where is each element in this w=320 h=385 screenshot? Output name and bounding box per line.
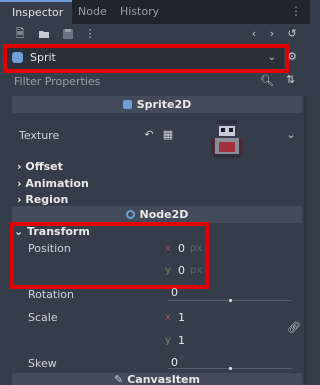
back-icon[interactable]: ‹ — [248, 28, 260, 40]
scale-x-value[interactable]: 1 — [178, 311, 185, 324]
sprite2d-icon — [122, 100, 132, 109]
rotation-slider-knob[interactable] — [229, 299, 232, 302]
link-icon[interactable]: 🔗︎ — [287, 322, 301, 334]
tab-inspector[interactable]: Inspector — [0, 0, 72, 24]
section-canvas-item[interactable]: ✎ CanvasItem — [12, 373, 302, 385]
section-node2d-label: Node2D — [139, 208, 189, 221]
section-canvas-item-label: CanvasItem — [127, 373, 200, 385]
tab-node[interactable]: Node — [78, 0, 114, 24]
edit-icon: ✎ — [114, 373, 124, 385]
node2d-icon — [125, 210, 135, 219]
history-icon[interactable]: ↺ — [286, 28, 298, 40]
skew-slider-knob[interactable] — [229, 367, 232, 370]
section-node2d[interactable]: Node2D — [12, 206, 302, 223]
open-folder-icon[interactable] — [38, 28, 50, 40]
chevron-down-icon[interactable]: ⌄ — [285, 129, 297, 141]
sort-icon[interactable]: ⇅ — [286, 73, 295, 86]
group-offset[interactable]: › Offset — [17, 160, 63, 173]
filter-properties: 🔍︎ — [10, 71, 280, 91]
search-icon[interactable]: 🔍︎ — [260, 74, 274, 87]
group-animation-label: Animation — [25, 177, 89, 190]
scale-y-value[interactable]: 1 — [178, 334, 185, 347]
inspector-scrollbar[interactable] — [304, 96, 307, 384]
group-region[interactable]: › Region — [17, 193, 68, 206]
save-icon[interactable] — [62, 28, 74, 40]
property-rotation-label: Rotation — [28, 288, 75, 301]
inspector-toolbar: 🗎 ⋮ ‹ › ↺ — [0, 25, 310, 45]
highlight-box-object-selector — [3, 44, 289, 73]
property-skew-label: Skew — [28, 357, 57, 370]
forward-icon[interactable]: › — [266, 28, 278, 40]
rotation-value[interactable]: 0 — [171, 286, 178, 299]
dock-tab-bar: Inspector Node History ⋮ — [0, 0, 310, 24]
more-icon[interactable]: ⋮ — [84, 28, 96, 40]
new-resource-icon[interactable]: 🗎 — [14, 28, 26, 40]
skew-unit: ° — [179, 355, 184, 366]
scale-y-axis: y — [165, 335, 171, 346]
group-region-label: Region — [25, 193, 69, 206]
property-scale-label: Scale — [28, 311, 58, 324]
dock-menu-icon[interactable]: ⋮ — [290, 4, 302, 18]
filter-properties-input[interactable] — [10, 71, 280, 91]
group-offset-label: Offset — [25, 160, 63, 173]
texture-preview[interactable] — [205, 116, 249, 160]
group-animation[interactable]: › Animation — [17, 177, 89, 190]
revert-icon[interactable]: ↶ — [143, 129, 155, 141]
property-texture-label: Texture — [19, 129, 60, 142]
scale-x-axis: x — [165, 312, 171, 323]
highlight-box-transform — [10, 222, 209, 289]
tab-history[interactable]: History — [120, 0, 170, 24]
